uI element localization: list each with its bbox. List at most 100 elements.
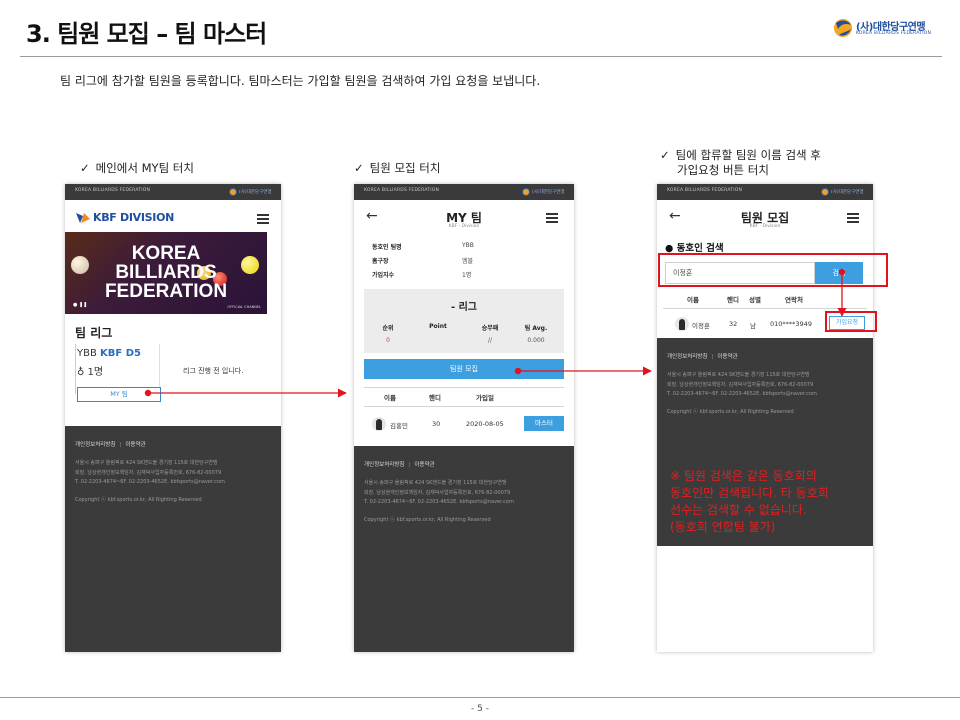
mini-federation-logo: (사)대한당구연맹	[229, 188, 272, 196]
intro-text: 팀 리그에 참가할 팀원을 등록합니다. 팀마스터는 가입할 팀원을 검색하여 …	[60, 74, 541, 88]
member-count: 1명	[87, 367, 104, 378]
step-3-text-line1: 팀에 합류할 팀원 이름 검색 후	[675, 148, 821, 162]
federation-logo-icon	[522, 188, 530, 196]
phone-my-team-screen: KOREA BILLIARDS FEDERATION (사)대한당구연맹 ← M…	[354, 184, 574, 652]
page-subtitle: KBF · Division	[448, 224, 480, 229]
privacy-policy-link[interactable]: 개인정보처리방침	[75, 442, 115, 448]
table-header-border	[663, 308, 867, 309]
page-number: - 5 -	[471, 704, 489, 714]
terms-link[interactable]: 이용약관	[125, 442, 145, 448]
site-footer: 개인정보처리방침 | 이용약관 서울시 송파구 올림픽로 424 SK핸드볼 경기장…	[354, 446, 574, 652]
footer-contact: T. 02-2203-4674~6F. 02-2203-4652E. kbfsp…	[364, 499, 514, 505]
league-status-notice: 리그 진행 전 입니다.	[183, 367, 244, 375]
privacy-policy-link[interactable]: 개인정보처리방침	[364, 462, 404, 468]
result-name: 이정훈	[692, 322, 710, 330]
hamburger-menu-icon[interactable]	[847, 213, 859, 223]
hamburger-menu-icon[interactable]	[546, 213, 558, 223]
table-top-border	[364, 387, 564, 388]
slide-title: 3. 팀원 모집 – 팀 마스터	[26, 20, 267, 48]
federation-logo-icon	[821, 188, 829, 196]
checkmark-icon: ✓	[354, 161, 364, 175]
hamburger-menu-icon[interactable]	[257, 214, 269, 224]
member-joined-date: 2020-08-05	[466, 420, 504, 428]
footer-address: 서울시 송파구 올림픽로 424 SK핸드볼 경기장 115호 대한당구연맹	[667, 372, 810, 378]
col-header-name: 이름	[687, 296, 699, 304]
master-badge-button[interactable]: 마스터	[524, 416, 564, 431]
result-handicap: 32	[729, 320, 738, 328]
footer-copyright: Copyright ⓒ kbf.sports.or.kr, All Righti…	[364, 517, 491, 523]
header-divider	[20, 56, 942, 57]
federation-emblem-icon	[834, 19, 852, 37]
note-line-3: 선수는 검색할 수 없습니다.	[670, 503, 807, 517]
topbar-federation-text: KOREA BILLIARDS FEDERATION	[667, 188, 743, 193]
terms-link[interactable]: 이용약관	[414, 462, 434, 468]
person-icon: ♁	[77, 367, 85, 378]
team-name: YBB	[77, 348, 97, 359]
footer-links: 개인정보처리방침 | 이용약관	[364, 462, 435, 468]
banner-line-2: BILLIARDS	[115, 262, 217, 283]
top-bar: KOREA BILLIARDS FEDERATION (사)대한당구연맹	[65, 184, 281, 200]
recruit-members-button[interactable]: 팀원 모집	[364, 359, 564, 379]
topbar-federation-text: KOREA BILLIARDS FEDERATION	[75, 188, 151, 193]
note-line-1: ※ 팀원 검색은 같은 동호회의	[670, 469, 817, 483]
team-league-heading: 팀 리그	[75, 326, 113, 340]
footer-contact: T. 02-2203-4674~6F. 02-2203-4652E. kbfsp…	[667, 391, 817, 397]
banner-line-1: KOREA	[131, 243, 201, 264]
team-card-accent-line	[75, 344, 76, 394]
terms-link[interactable]: 이용약관	[717, 354, 737, 360]
kbf-division-logo-text[interactable]: KBF DIVISION	[93, 211, 174, 224]
step-2-caption: ✓ 팀원 모집 터치	[354, 161, 440, 176]
footer-links: 개인정보처리방침 | 이용약관	[75, 442, 146, 448]
mini-federation-logo: (사)대한당구연맹	[522, 188, 565, 196]
col-header-name: 이름	[384, 394, 396, 402]
stat-header-point: Point	[429, 323, 447, 330]
col-header-handicap: 핸디	[429, 394, 441, 402]
banner-play-controls[interactable]: ● ❚❚	[73, 302, 87, 308]
team-card-divider	[159, 344, 160, 392]
mini-logo-text: (사)대한당구연맹	[239, 190, 272, 195]
note-line-4: (동호회 연합팀 불가)	[670, 520, 776, 534]
result-avatar	[675, 317, 689, 331]
kbf-logo-icon[interactable]	[75, 211, 91, 225]
search-restriction-note: ※ 팀원 검색은 같은 동호회의 동호인만 검색됩니다. 타 동호회 선수는 검…	[670, 468, 829, 536]
hero-banner[interactable]: KOREA BILLIARDS FEDERATION ● ❚❚ OFFICIAL…	[65, 232, 267, 314]
top-bar: KOREA BILLIARDS FEDERATION (사)대한당구연맹	[657, 184, 873, 200]
mini-logo-text: (사)대한당구연맹	[831, 190, 864, 195]
banner-channel-label: OFFICIAL CHANNEL	[227, 305, 261, 309]
footer-links: 개인정보처리방침 | 이용약관	[667, 354, 738, 360]
stat-record: //	[487, 337, 493, 344]
footer-company: 회장, 남상현개인정보책임자, 김재덕사업자등록번호, 676-82-00079	[667, 382, 814, 388]
join-request-highlight-box	[825, 311, 877, 332]
result-phone: 010****3949	[770, 320, 812, 328]
step-2-text: 팀원 모집 터치	[369, 161, 441, 175]
step-3-text-line2: 가입요청 버튼 터치	[677, 163, 769, 177]
stat-rank: 0	[386, 337, 390, 344]
member-avatar	[372, 417, 386, 431]
footer-copyright: Copyright ⓒ kbf.sports.or.kr, All Righti…	[75, 497, 202, 503]
footer-company: 회장, 남상현개인정보책임자, 김재덕사업자등록번호, 676-82-00079	[364, 490, 511, 496]
step-1-text: 메인에서 MY팀 터치	[95, 161, 194, 175]
step-1-caption: ✓ 메인에서 MY팀 터치	[80, 161, 194, 176]
league-title: - 리그	[450, 302, 478, 313]
league-stats-card: - 리그 순위 Point 승무패 팀 Avg. 0 // 0.000	[364, 289, 564, 353]
mini-logo-text: (사)대한당구연맹	[532, 190, 565, 195]
search-highlight-box	[658, 253, 888, 287]
col-header-gender: 성별	[749, 296, 761, 304]
privacy-policy-link[interactable]: 개인정보처리방침	[667, 354, 707, 360]
col-header-contact: 연락처	[785, 296, 803, 304]
banner-line-3: FEDERATION	[104, 281, 228, 302]
topbar-federation-text: KOREA BILLIARDS FEDERATION	[364, 188, 440, 193]
stat-header-record: 승무패	[481, 325, 499, 332]
footer-contact: T. 02-2203-4674~6F. 02-2203-4652E. kbfsp…	[75, 479, 225, 485]
site-footer: 개인정보처리방침 | 이용약관 서울시 송파구 올림픽로 424 SK핸드볼 경기장…	[65, 426, 281, 652]
brand-logo: (사)대한당구연맹 KOREA BILLIARDS FEDERATION	[832, 17, 934, 39]
stat-header-avg: 팀 Avg.	[524, 325, 548, 332]
team-name-row: YBB KBF D5	[77, 348, 141, 359]
stat-avg: 0.000	[527, 337, 545, 344]
member-handicap: 30	[432, 420, 441, 428]
col-header-joined: 가입일	[476, 394, 494, 402]
mini-federation-logo: (사)대한당구연맹	[821, 188, 864, 196]
my-team-button[interactable]: MY 팀	[77, 387, 161, 402]
footer-address: 서울시 송파구 올림픽로 424 SK핸드볼 경기장 115호 대한당구연맹	[75, 460, 218, 466]
member-name: 김홍민	[390, 422, 408, 430]
